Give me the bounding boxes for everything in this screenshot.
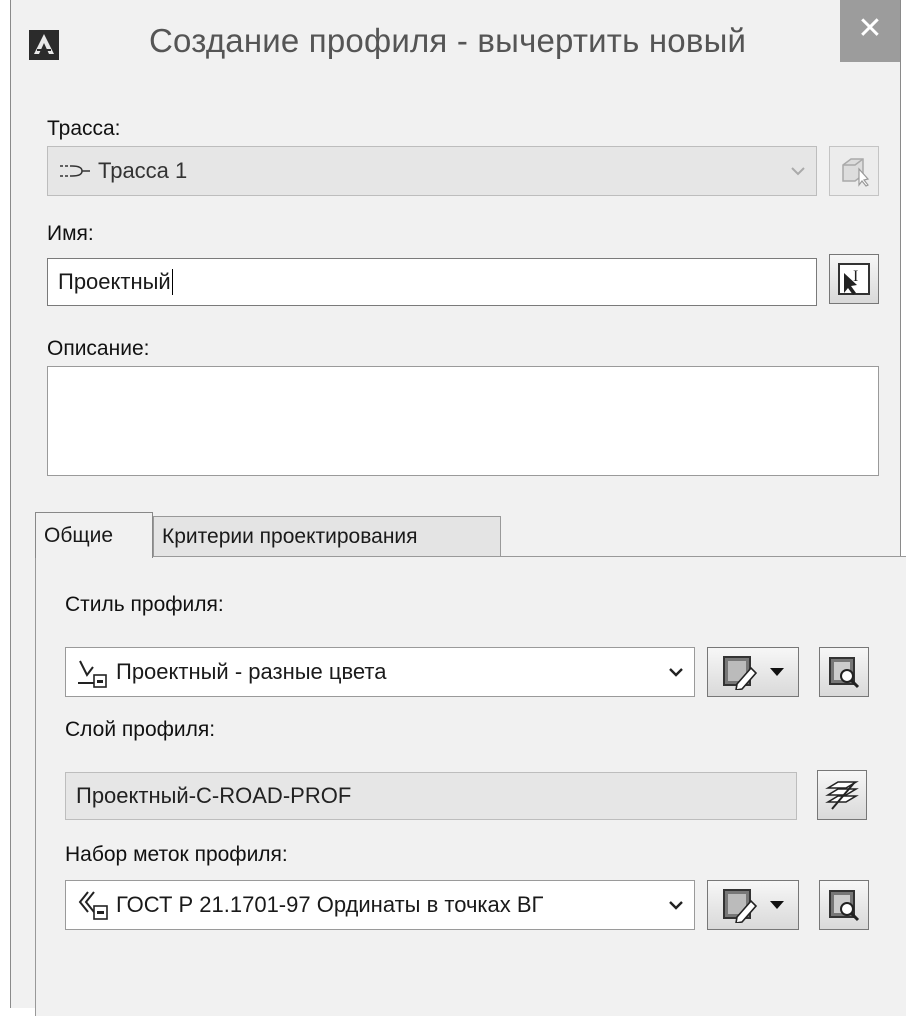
text-template-icon: I — [838, 263, 870, 295]
alignment-label: Трасса: — [47, 117, 121, 140]
tab-general[interactable]: Общие — [35, 512, 153, 558]
profile-style-icon — [76, 655, 110, 689]
edit-style-icon — [723, 656, 758, 690]
window-title: Создание профиля - вычертить новый — [149, 22, 747, 59]
chevron-down-icon — [669, 668, 683, 677]
label-set-icon — [76, 888, 110, 922]
edit-style-dropdown-button[interactable] — [707, 647, 799, 697]
profile-layer-field[interactable]: Проектный-C-ROAD-PROF — [65, 772, 797, 820]
profile-layer-value: Проектный-C-ROAD-PROF — [76, 783, 352, 808]
caret-down-icon — [770, 668, 784, 676]
profile-style-select[interactable]: Проектный - разные цвета — [65, 647, 695, 697]
preview-style-button[interactable] — [819, 647, 869, 697]
alignment-icon — [58, 160, 92, 182]
name-label: Имя: — [47, 222, 94, 245]
close-button[interactable]: ✕ — [840, 0, 900, 62]
description-textarea[interactable] — [47, 366, 879, 476]
app-logo-icon — [29, 30, 59, 60]
name-input[interactable]: Проектный — [47, 258, 817, 306]
label-set-label: Набор меток профиля: — [65, 843, 288, 866]
layers-icon — [825, 781, 859, 810]
name-template-button[interactable]: I — [829, 254, 879, 304]
tab-design-criteria[interactable]: Критерии проектирования — [153, 516, 501, 557]
edit-style-icon — [723, 889, 758, 923]
pick-alignment-button[interactable] — [829, 146, 879, 196]
tab-design-criteria-label: Критерии проектирования — [162, 525, 418, 548]
tab-general-label: Общие — [44, 523, 114, 547]
chevron-down-icon — [669, 901, 683, 910]
preview-icon — [829, 890, 860, 922]
label-set-select[interactable]: ГОСТ Р 21.1701-97 Ординаты в точках ВГ — [65, 880, 695, 930]
profile-style-value: Проектный - разные цвета — [116, 659, 387, 684]
edit-label-set-dropdown-button[interactable] — [707, 880, 799, 930]
profile-dialog: Создание профиля - вычертить новый ✕ Тра… — [10, 0, 906, 1016]
chevron-down-icon — [791, 167, 805, 176]
title-bar[interactable]: Создание профиля - вычертить новый ✕ — [11, 0, 900, 90]
preview-label-set-button[interactable] — [819, 880, 869, 930]
name-value: Проектный — [58, 269, 171, 294]
profile-style-label: Стиль профиля: — [65, 593, 224, 616]
label-set-value: ГОСТ Р 21.1701-97 Ординаты в точках ВГ — [116, 892, 544, 917]
alignment-select[interactable]: Трасса 1 — [47, 146, 817, 196]
select-object-icon — [842, 158, 870, 187]
alignment-value: Трасса 1 — [98, 158, 188, 183]
caret-down-icon — [770, 901, 784, 909]
layer-select-button[interactable] — [817, 770, 867, 820]
preview-icon — [829, 657, 860, 689]
description-label: Описание: — [47, 337, 150, 360]
text-cursor — [171, 269, 173, 295]
profile-layer-label: Слой профиля: — [65, 718, 216, 741]
